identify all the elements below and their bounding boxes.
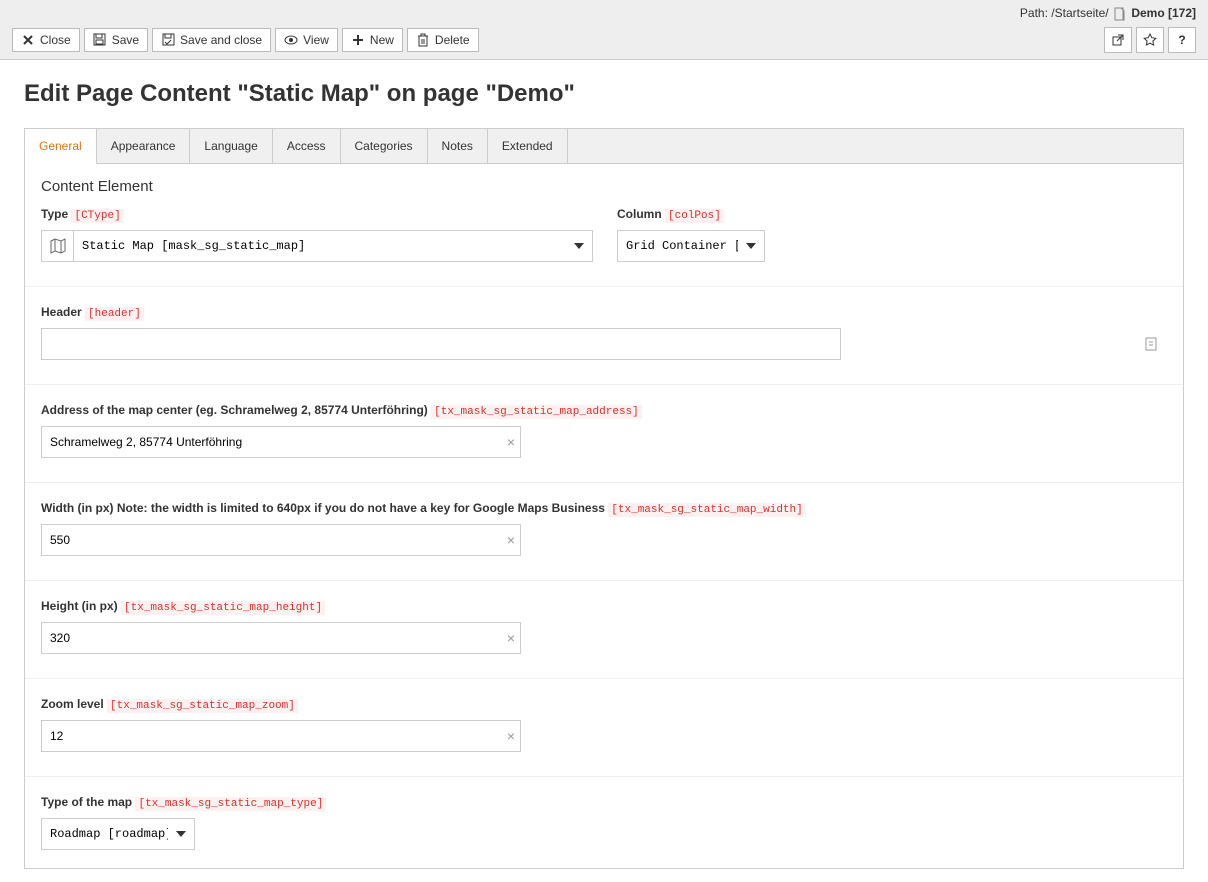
zoom-input[interactable] (41, 720, 521, 752)
tab-extended[interactable]: Extended (488, 129, 568, 163)
path-label: Path: (1020, 6, 1048, 20)
type-select[interactable]: Static Map [mask_sg_static_map] (73, 230, 593, 262)
height-input[interactable] (41, 622, 521, 654)
tab-access[interactable]: Access (273, 129, 341, 163)
tab-language[interactable]: Language (190, 129, 272, 163)
eye-icon (284, 33, 298, 47)
close-button[interactable]: Close (12, 28, 80, 52)
type-label: Type [CType] (41, 207, 593, 222)
clear-icon[interactable]: × (507, 728, 515, 744)
bookmark-button[interactable] (1136, 27, 1164, 53)
delete-button[interactable]: Delete (407, 28, 479, 52)
tab-appearance[interactable]: Appearance (97, 129, 191, 163)
save-icon (93, 33, 107, 47)
save-button[interactable]: Save (84, 28, 148, 52)
view-button[interactable]: View (275, 28, 338, 52)
clear-icon[interactable]: × (507, 630, 515, 646)
section-title: Content Element (41, 178, 1167, 195)
open-new-window-button[interactable] (1104, 27, 1132, 53)
maptype-label: Type of the map [tx_mask_sg_static_map_t… (41, 795, 1167, 810)
help-button[interactable]: ? (1168, 27, 1196, 53)
plus-icon (351, 33, 365, 47)
save-and-close-button[interactable]: Save and close (152, 28, 271, 52)
zoom-label: Zoom level [tx_mask_sg_static_map_zoom] (41, 697, 1167, 712)
star-icon (1143, 33, 1157, 47)
width-input[interactable] (41, 524, 521, 556)
question-icon: ? (1178, 33, 1185, 47)
map-icon (41, 230, 73, 262)
new-button[interactable]: New (342, 28, 403, 52)
header-wizard-icon[interactable] (1145, 337, 1157, 351)
page-title: Edit Page Content "Static Map" on page "… (24, 80, 1184, 108)
height-label: Height (in px) [tx_mask_sg_static_map_he… (41, 599, 1167, 614)
tab-general[interactable]: General (25, 129, 97, 164)
header-input[interactable] (41, 328, 841, 360)
tabs: General Appearance Language Access Categ… (24, 128, 1184, 164)
column-select[interactable]: Grid Container [-1] (617, 230, 765, 262)
close-icon (21, 33, 35, 47)
clear-icon[interactable]: × (507, 434, 515, 450)
trash-icon (416, 33, 430, 47)
column-label: Column [colPos] (617, 207, 765, 222)
tab-notes[interactable]: Notes (428, 129, 488, 163)
maptype-select[interactable]: Roadmap [roadmap] (41, 818, 195, 850)
file-icon (1114, 7, 1126, 21)
save-close-icon (161, 33, 175, 47)
external-link-icon (1111, 33, 1125, 47)
breadcrumb: Path: /Startseite/ Demo [172] (12, 6, 1196, 27)
width-label: Width (in px) Note: the width is limited… (41, 501, 1167, 516)
address-label: Address of the map center (eg. Schramelw… (41, 403, 1167, 418)
header-label: Header [header] (41, 305, 1167, 320)
address-input[interactable] (41, 426, 521, 458)
clear-icon[interactable]: × (507, 532, 515, 548)
path-segment[interactable]: /Startseite/ (1051, 6, 1108, 20)
tab-categories[interactable]: Categories (341, 129, 428, 163)
path-current: Demo [172] (1131, 6, 1196, 20)
